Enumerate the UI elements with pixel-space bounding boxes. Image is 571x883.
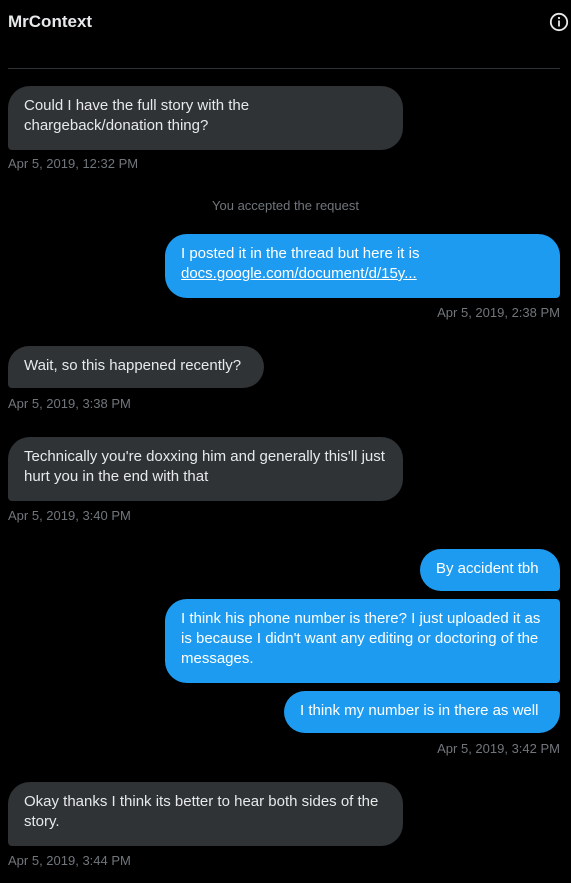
message-timestamp: Apr 5, 2019, 3:42 PM [437, 741, 560, 756]
message-bubble[interactable]: I think his phone number is there? I jus… [165, 599, 560, 683]
message-timestamp: Apr 5, 2019, 3:44 PM [8, 853, 131, 868]
header-divider [8, 68, 560, 69]
message-bubble[interactable]: Wait, so this happened recently? [8, 346, 264, 388]
message-text: Technically you're doxxing him and gener… [24, 448, 385, 485]
document-link[interactable]: docs.google.com/document/d/15y... [181, 265, 417, 282]
message-text: I think my number is in there as well [300, 702, 539, 719]
message-timestamp: Apr 5, 2019, 3:38 PM [8, 396, 131, 411]
message-timestamp: Apr 5, 2019, 12:32 PM [8, 156, 139, 171]
message-bubble[interactable]: I posted it in the thread but here it is… [165, 234, 560, 298]
info-circle-icon[interactable] [549, 12, 569, 32]
message-bubble[interactable]: I think my number is in there as well [284, 691, 560, 733]
message-timestamp: Apr 5, 2019, 2:38 PM [437, 305, 560, 320]
message-bubble[interactable]: By accident tbh [420, 549, 560, 591]
conversation-header: MrContext [8, 0, 571, 68]
conversation-title: MrContext [8, 12, 93, 31]
message-text: By accident tbh [436, 560, 539, 577]
message-text: Could I have the full story with the cha… [24, 97, 250, 134]
message-text: Okay thanks I think its better to hear b… [24, 793, 379, 830]
message-bubble[interactable]: Okay thanks I think its better to hear b… [8, 782, 403, 846]
message-text: I think his phone number is there? I jus… [181, 610, 541, 667]
message-text: Wait, so this happened recently? [24, 357, 242, 374]
message-bubble[interactable]: Technically you're doxxing him and gener… [8, 437, 403, 501]
system-notice: You accepted the request [212, 198, 359, 213]
message-timestamp: Apr 5, 2019, 3:40 PM [8, 508, 131, 523]
message-text: I posted it in the thread but here it is [181, 245, 420, 262]
message-bubble[interactable]: Could I have the full story with the cha… [8, 86, 403, 150]
